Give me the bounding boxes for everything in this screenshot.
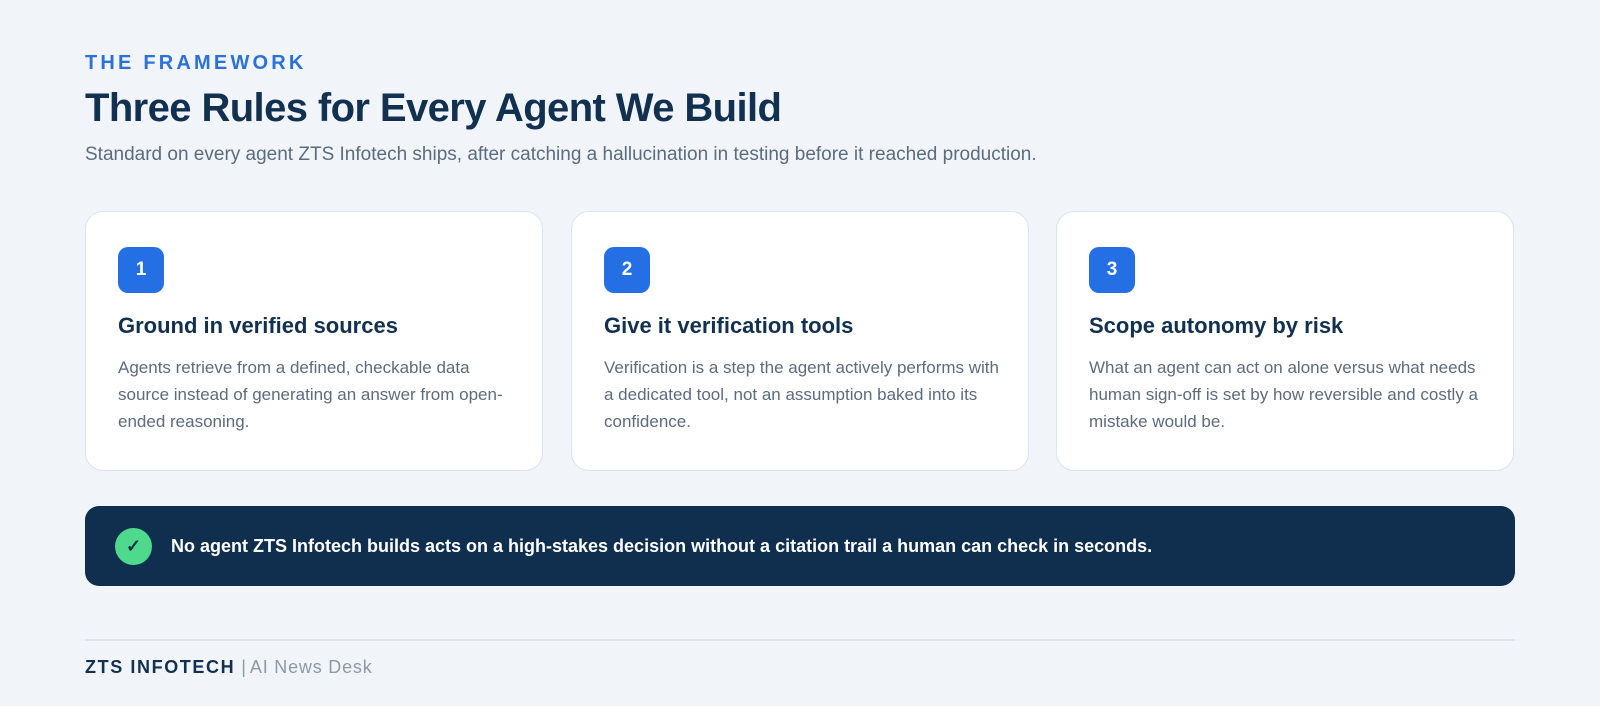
check-icon: ✓ (115, 527, 152, 565)
rule-title: Ground in verified sources (118, 313, 398, 338)
framework-slide: THE FRAMEWORK Three Rules for Every Agen… (0, 0, 1600, 706)
rule-description: What an agent can act on alone versus wh… (1089, 358, 1478, 431)
rule-number-badge: 3 (1089, 247, 1135, 293)
page-title: Three Rules for Every Agent We Build (85, 86, 782, 130)
rule-title: Give it verification tools (604, 313, 854, 338)
rule-description: Verification is a step the agent activel… (604, 358, 999, 431)
eyebrow-label: THE FRAMEWORK (85, 52, 307, 74)
rule-number-badge: 2 (604, 247, 650, 293)
commitment-banner: ✓ No agent ZTS Infotech builds acts on a… (85, 506, 1515, 586)
rule-description: Agents retrieve from a defined, checkabl… (118, 358, 503, 431)
rule-number-badge: 1 (118, 247, 164, 293)
commitment-text: No agent ZTS Infotech builds acts on a h… (171, 535, 1153, 556)
rule-card-2: 2 Give it verification tools Verificatio… (571, 211, 1029, 471)
footer-brand: ZTS INFOTECH (85, 657, 236, 677)
footer: ZTS INFOTECH | AI News Desk (85, 657, 373, 678)
page-subtitle: Standard on every agent ZTS Infotech shi… (85, 144, 1037, 165)
footer-separator: | (241, 657, 246, 677)
rule-card-3: 3 Scope autonomy by risk What an agent c… (1056, 211, 1514, 471)
footer-desk: AI News Desk (249, 657, 373, 677)
rules-cards: 1 Ground in verified sources Agents retr… (85, 211, 1515, 471)
rule-card-1: 1 Ground in verified sources Agents retr… (85, 211, 543, 471)
rule-title: Scope autonomy by risk (1089, 313, 1344, 338)
footer-divider (85, 639, 1515, 641)
